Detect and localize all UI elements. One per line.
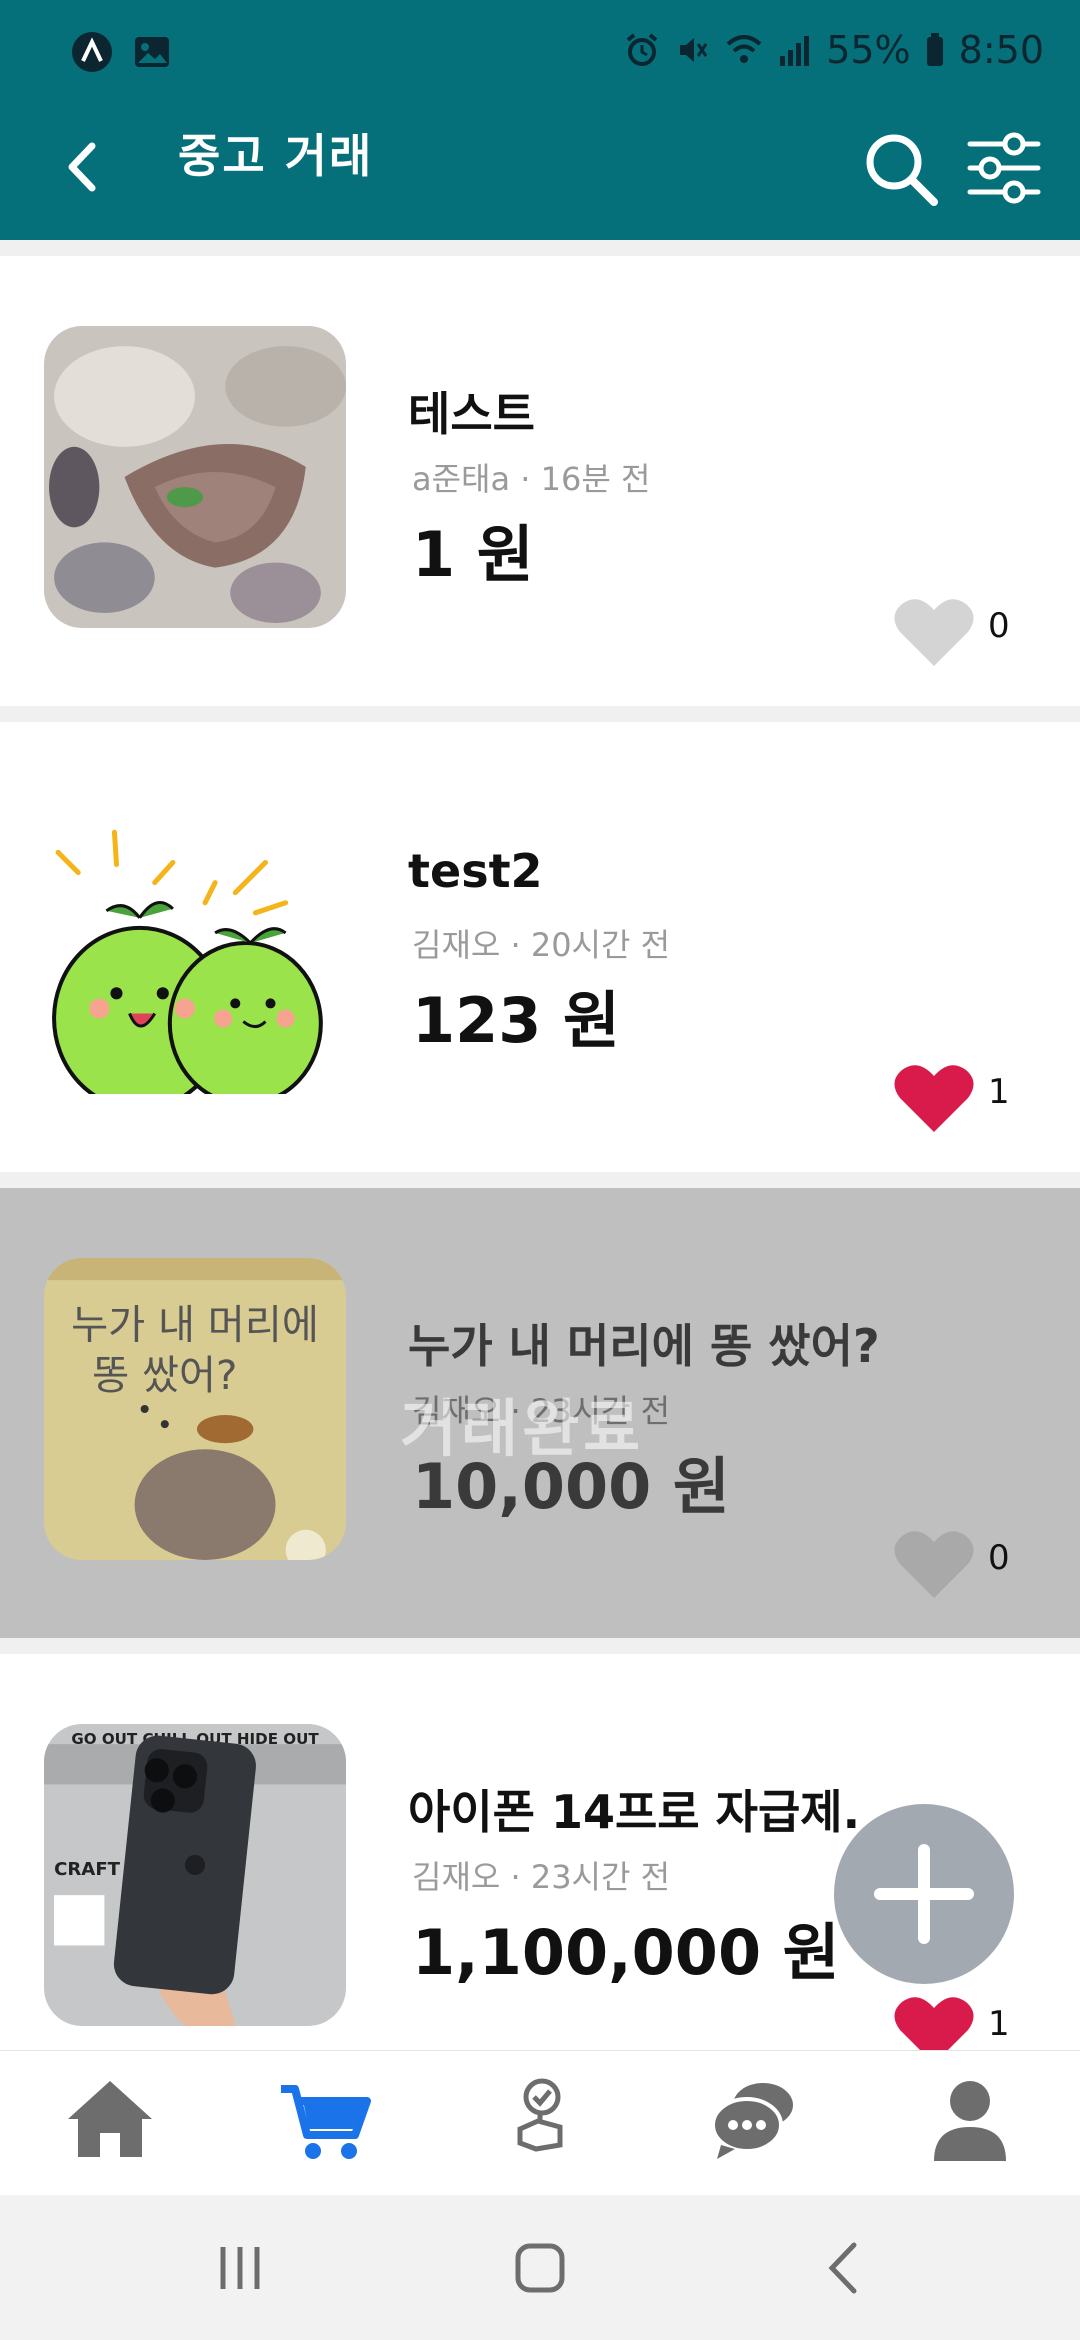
- clock: 8:50: [958, 28, 1044, 72]
- list-item[interactable]: test2 김재오 · 20시간 전 123 원 1: [0, 722, 1080, 1172]
- item-meta: 김재오 · 23시간 전: [412, 1858, 671, 1896]
- bottom-navigation: [0, 2050, 1080, 2195]
- item-meta: 김재오 · 20시간 전: [412, 926, 671, 964]
- heart-outline-icon: [894, 599, 974, 666]
- like-button[interactable]: [892, 1062, 976, 1134]
- home-icon: [68, 2081, 152, 2157]
- like-count: 1: [988, 2004, 1010, 2044]
- nav-auction[interactable]: [490, 2069, 590, 2169]
- system-navigation-bar: [0, 2195, 1080, 2340]
- nav-market[interactable]: [275, 2069, 375, 2169]
- chevron-left-icon: [68, 142, 96, 192]
- heart-filled-icon: [894, 1065, 974, 1132]
- item-price: 10,000 원: [412, 1450, 730, 1523]
- recent-apps-button[interactable]: [205, 2233, 275, 2303]
- auction-icon: [517, 2078, 563, 2152]
- product-thumbnail: GO OUT CHILL OUT HIDE OUT CRAFT: [44, 1724, 346, 2026]
- heart-filled-icon: [894, 1997, 974, 2050]
- profile-icon: [934, 2081, 1006, 2161]
- item-title: test2: [408, 844, 543, 898]
- status-right: 55% 8:50: [624, 28, 1044, 72]
- food-photo: [44, 326, 346, 628]
- like-button[interactable]: [892, 1994, 976, 2050]
- back-chevron-icon: [828, 2242, 857, 2294]
- back-system-button[interactable]: [810, 2233, 880, 2303]
- like-count: 0: [988, 1538, 1010, 1578]
- search-icon: [866, 134, 938, 206]
- chat-icon: [711, 2083, 793, 2159]
- product-thumbnail: [44, 792, 346, 1094]
- alarm-icon: [626, 33, 658, 66]
- item-title: 테스트: [408, 387, 535, 441]
- item-price: 123 원: [412, 984, 621, 1057]
- cart-icon: [281, 2085, 371, 2159]
- heart-outline-icon: [894, 1531, 974, 1598]
- back-button[interactable]: [50, 132, 120, 202]
- list-item[interactable]: 테스트 a준태a · 16분 전 1 원 0: [0, 256, 1080, 706]
- status-left: [70, 30, 172, 74]
- gallery-icon: [135, 37, 169, 67]
- status-bar: 55% 8:50: [0, 0, 1080, 100]
- item-price: 1 원: [412, 518, 534, 591]
- item-meta: a준태a · 16분 전: [412, 460, 651, 498]
- item-title: 누가 내 머리에 똥 쌌어?: [408, 1319, 880, 1373]
- book-title-line1: 누가 내 머리에: [71, 1303, 319, 1349]
- app-a-icon: [72, 32, 112, 72]
- list-item-sold[interactable]: 누가 내 머리에 똥 쌌어? 누가 내 머리에 똥 쌌어? 김재오 · 23시간…: [0, 1188, 1080, 1638]
- mute-icon: [680, 38, 708, 62]
- nav-profile[interactable]: [920, 2069, 1020, 2169]
- book-title-line2: 똥 쌌어?: [92, 1353, 237, 1399]
- home-system-button[interactable]: [505, 2233, 575, 2303]
- battery-icon: [926, 33, 943, 66]
- phone-photo: GO OUT CHILL OUT HIDE OUT CRAFT: [44, 1724, 346, 2026]
- book-cover: 누가 내 머리에 똥 쌌어?: [44, 1258, 346, 1560]
- product-thumbnail: [44, 326, 346, 628]
- item-price: 1,100,000 원: [412, 1916, 840, 1989]
- page-title: 중고 거래: [178, 129, 374, 183]
- wifi-icon: [726, 35, 762, 63]
- product-list[interactable]: 테스트 a준태a · 16분 전 1 원 0 test2 김재오 · 20시간 …: [0, 240, 1080, 2050]
- signal-icon: [780, 36, 810, 66]
- item-title: 아이폰 14프로 자급제.: [408, 1785, 861, 1839]
- battery-percent: 55%: [826, 28, 911, 72]
- nav-home[interactable]: [60, 2069, 160, 2169]
- nav-chat[interactable]: [705, 2069, 805, 2169]
- add-item-button[interactable]: [834, 1804, 1014, 1984]
- search-button[interactable]: [858, 126, 942, 210]
- app-bar: 55% 8:50 중고 거래: [0, 0, 1080, 240]
- product-thumbnail: 누가 내 머리에 똥 쌌어?: [44, 1258, 346, 1560]
- character-illustration: [44, 792, 346, 1094]
- like-button[interactable]: [892, 1528, 976, 1600]
- sliders-icon: [967, 132, 1041, 204]
- like-count: 1: [988, 1072, 1010, 1112]
- like-button[interactable]: [892, 596, 976, 668]
- box-text-line2: CRAFT: [54, 1859, 121, 1880]
- like-count: 0: [988, 606, 1010, 646]
- home-square-icon: [515, 2243, 565, 2293]
- filter-button[interactable]: [962, 126, 1046, 210]
- recent-apps-icon: [220, 2247, 260, 2289]
